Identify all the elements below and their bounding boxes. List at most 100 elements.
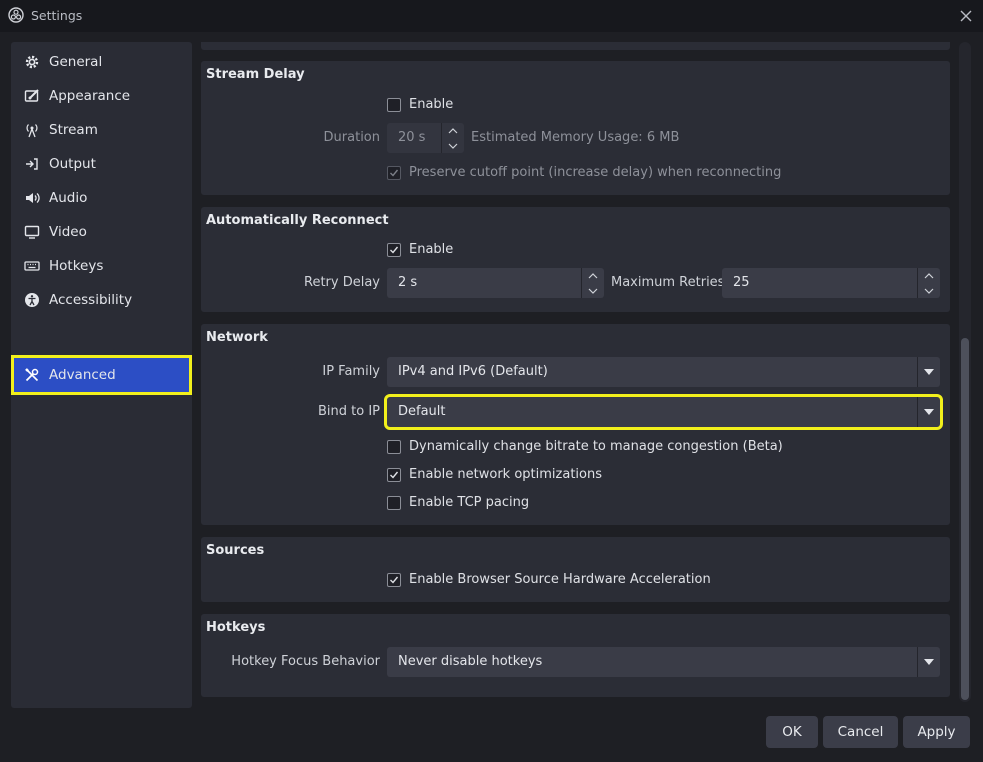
memory-usage-label: Estimated Memory Usage: 6 MB — [471, 130, 680, 145]
sidebar-item-label: Audio — [49, 190, 88, 206]
sidebar-item-label: Accessibility — [49, 292, 133, 308]
checkbox-box — [387, 572, 401, 587]
duration-spinbox[interactable]: 20 s — [387, 123, 464, 153]
retry-delay-label: Retry Delay — [304, 275, 380, 290]
checkbox-box — [387, 467, 401, 482]
close-icon[interactable] — [957, 7, 975, 25]
sidebar-item-stream[interactable]: Stream — [14, 113, 189, 147]
hotkeys-group: Hotkeys Hotkey Focus Behavior Never disa… — [201, 614, 950, 697]
stream-delay-enable-checkbox[interactable]: Enable — [387, 97, 453, 112]
sources-group: Sources Enable Browser Source Hardware A… — [201, 537, 950, 602]
browser-hw-accel-checkbox[interactable]: Enable Browser Source Hardware Accelerat… — [387, 572, 711, 587]
chevron-up-icon[interactable] — [918, 268, 940, 283]
max-retries-value: 25 — [733, 275, 750, 290]
chevron-up-icon[interactable] — [582, 268, 604, 283]
retry-delay-value: 2 s — [398, 275, 418, 290]
checkbox-label: Dynamically change bitrate to manage con… — [409, 439, 783, 454]
bind-ip-value: Default — [398, 404, 446, 419]
tcp-pacing-checkbox[interactable]: Enable TCP pacing — [387, 495, 529, 510]
dropdown-arrow-icon[interactable] — [917, 647, 940, 677]
stream-antenna-icon — [23, 121, 41, 139]
retry-delay-spinbox[interactable]: 2 s — [387, 268, 604, 298]
stream-delay-group: Stream Delay Enable Duration 20 s Estima… — [201, 61, 950, 195]
obs-logo-icon — [8, 7, 24, 23]
cancel-button[interactable]: Cancel — [823, 716, 898, 748]
checkbox-label: Enable TCP pacing — [409, 495, 530, 510]
keyboard-icon — [23, 257, 41, 275]
sidebar-item-output[interactable]: Output — [14, 147, 189, 181]
speaker-icon — [23, 189, 41, 207]
sidebar-item-appearance[interactable]: Appearance — [14, 79, 189, 113]
group-title: Automatically Reconnect — [206, 213, 389, 228]
group-title: Stream Delay — [206, 67, 305, 82]
scrollbar-thumb[interactable] — [961, 338, 969, 700]
checkbox-label: Enable network optimizations — [409, 467, 602, 482]
sidebar-item-label: Appearance — [49, 88, 131, 104]
hotkey-focus-value: Never disable hotkeys — [398, 654, 543, 669]
sidebar-item-label: Video — [49, 224, 87, 240]
sidebar-item-audio[interactable]: Audio — [14, 181, 189, 215]
apply-button[interactable]: Apply — [903, 716, 970, 748]
checkbox-box — [387, 439, 401, 454]
sidebar-item-hotkeys[interactable]: Hotkeys — [14, 249, 189, 283]
sidebar-item-general[interactable]: General — [14, 45, 189, 79]
sidebar-item-label: Stream — [49, 122, 98, 138]
group-title: Sources — [206, 543, 265, 558]
duration-label: Duration — [323, 130, 380, 145]
sidebar-item-video[interactable]: Video — [14, 215, 189, 249]
sidebar-item-accessibility[interactable]: Accessibility — [14, 283, 189, 317]
retry-delay-spin-buttons[interactable] — [581, 268, 604, 298]
group-title: Hotkeys — [206, 620, 266, 635]
checkbox-label: Enable — [409, 97, 454, 112]
gear-icon — [23, 53, 41, 71]
checkbox-box — [387, 165, 401, 180]
sidebar-item-advanced[interactable]: Advanced — [11, 355, 192, 395]
title-bar: Settings — [0, 0, 983, 32]
chevron-down-icon[interactable] — [442, 138, 464, 153]
accessibility-icon — [23, 291, 41, 309]
checkbox-label: Preserve cutoff point (increase delay) w… — [409, 165, 782, 180]
sidebar-item-label: General — [49, 54, 103, 70]
monitor-icon — [23, 223, 41, 241]
tools-icon — [23, 366, 41, 384]
previous-group-edge — [201, 42, 950, 50]
dropdown-arrow-icon[interactable] — [917, 357, 940, 387]
sidebar-item-label: Advanced — [49, 367, 116, 383]
checkbox-box — [387, 495, 401, 510]
hotkey-focus-label: Hotkey Focus Behavior — [231, 654, 380, 669]
preserve-cutoff-checkbox[interactable]: Preserve cutoff point (increase delay) w… — [387, 165, 781, 180]
chevron-up-icon[interactable] — [442, 123, 464, 138]
bind-ip-label: Bind to IP — [317, 404, 380, 419]
window-title: Settings — [31, 8, 83, 23]
dynamic-bitrate-checkbox[interactable]: Dynamically change bitrate to manage con… — [387, 439, 783, 454]
checkbox-box — [387, 242, 401, 257]
sidebar-item-label: Hotkeys — [49, 258, 104, 274]
checkbox-label: Enable — [409, 242, 454, 257]
appearance-icon — [23, 87, 41, 105]
duration-spin-buttons[interactable] — [441, 123, 464, 153]
bind-ip-dropdown[interactable]: Default — [384, 394, 943, 430]
max-retries-label: Maximum Retries — [611, 275, 725, 290]
chevron-down-icon[interactable] — [582, 283, 604, 298]
max-retries-spin-buttons[interactable] — [917, 268, 940, 298]
network-group: Network IP Family IPv4 and IPv6 (Default… — [201, 324, 950, 525]
auto-reconnect-enable-checkbox[interactable]: Enable — [387, 242, 453, 257]
duration-value: 20 s — [398, 130, 426, 145]
sidebar-item-label: Output — [49, 156, 96, 172]
checkbox-label: Enable Browser Source Hardware Accelerat… — [409, 572, 711, 587]
checkbox-box — [387, 97, 401, 112]
group-title: Network — [206, 330, 268, 345]
ip-family-dropdown[interactable]: IPv4 and IPv6 (Default) — [387, 357, 940, 387]
max-retries-spinbox[interactable]: 25 — [722, 268, 940, 298]
dropdown-arrow-icon[interactable] — [917, 397, 940, 427]
network-optimizations-checkbox[interactable]: Enable network optimizations — [387, 467, 602, 482]
chevron-down-icon[interactable] — [918, 283, 940, 298]
settings-sidebar: General Appearance Stream Output Audio V… — [11, 42, 192, 708]
output-icon — [23, 155, 41, 173]
auto-reconnect-group: Automatically Reconnect Enable Retry Del… — [201, 207, 950, 312]
ip-family-value: IPv4 and IPv6 (Default) — [398, 364, 548, 379]
ok-button[interactable]: OK — [766, 716, 818, 748]
settings-content: Stream Delay Enable Duration 20 s Estima… — [200, 42, 952, 702]
ip-family-label: IP Family — [322, 364, 380, 379]
hotkey-focus-dropdown[interactable]: Never disable hotkeys — [387, 647, 940, 677]
